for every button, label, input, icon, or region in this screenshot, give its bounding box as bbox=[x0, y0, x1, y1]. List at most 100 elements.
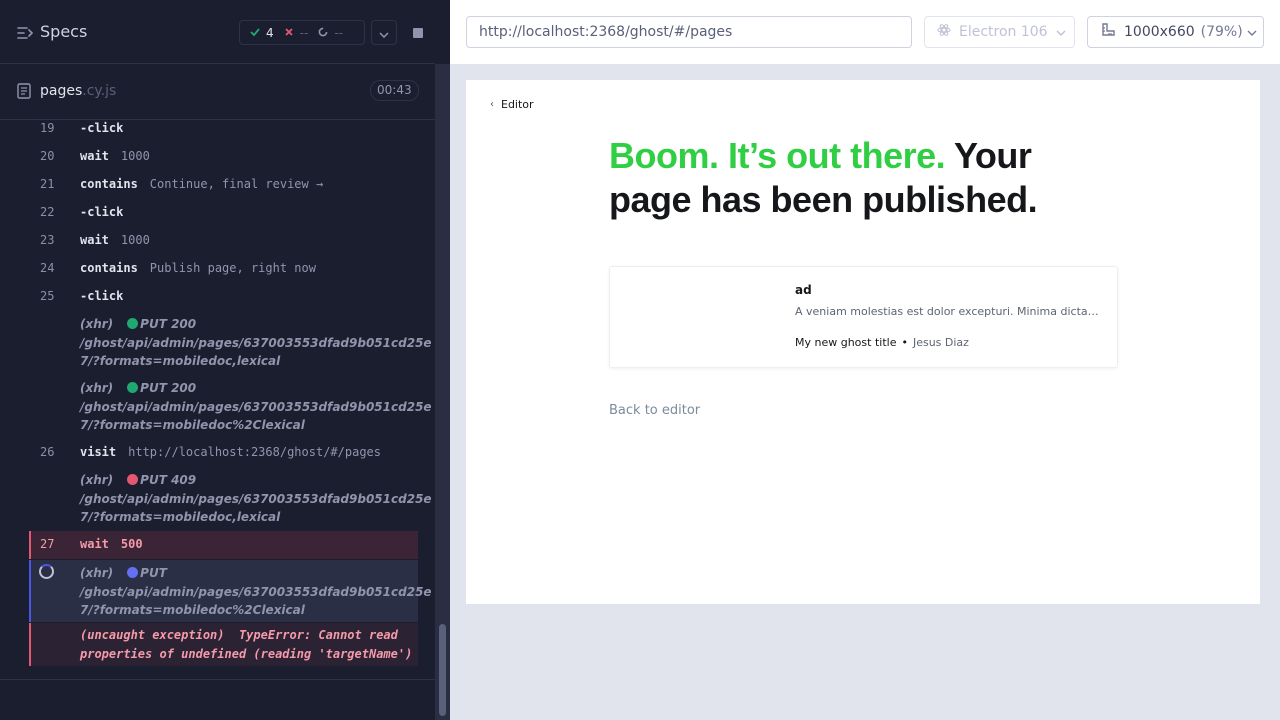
error-message: (uncaught exception) TypeError: Cannot r… bbox=[80, 626, 412, 663]
url-bar[interactable]: http://localhost:2368/ghost/#/pages bbox=[466, 16, 912, 48]
error-line: (uncaught exception) TypeError: Cannot r… bbox=[80, 628, 398, 642]
run-duration: 00:43 bbox=[370, 80, 419, 101]
xhr-url-line: 7/?formats=mobiledoc%2Clexical bbox=[80, 418, 305, 432]
xhr-status: PUT 409 bbox=[140, 473, 197, 487]
chevron-left-icon: ‹ bbox=[490, 99, 494, 110]
loading-spinner-icon bbox=[39, 564, 54, 579]
command-number: 24 bbox=[40, 261, 55, 275]
xhr-log-entry[interactable]: (xhr) PUT 409 /ghost/api/admin/pages/6370… bbox=[80, 471, 432, 527]
command-name: wait bbox=[80, 149, 109, 163]
electron-icon bbox=[937, 23, 951, 41]
command-line: visit http://localhost:2368/ghost/#/pages bbox=[80, 445, 381, 459]
command-message: Continue, final review → bbox=[149, 177, 324, 191]
test-stats: 4 -- -- bbox=[239, 20, 365, 45]
command-row[interactable]: 21 contains Continue, final review → bbox=[0, 177, 418, 193]
breadcrumb-label: Editor bbox=[501, 98, 534, 111]
passed-count: 4 bbox=[266, 25, 274, 40]
bookmark-meta: My new ghost title • Jesus Diaz bbox=[795, 336, 969, 349]
command-row[interactable]: 22 -click bbox=[0, 205, 418, 221]
app-under-test-panel: http://localhost:2368/ghost/#/pages Elec… bbox=[450, 0, 1280, 720]
browser-name: Electron 106 bbox=[959, 24, 1048, 40]
spec-file-header: pages.cy.js 00:43 bbox=[0, 64, 435, 120]
browser-selector: Electron 106 bbox=[924, 16, 1075, 48]
specs-menu-icon[interactable] bbox=[17, 25, 34, 44]
xhr-url-line: /ghost/api/admin/pages/637003553dfad9b05… bbox=[80, 584, 432, 599]
x-icon bbox=[284, 26, 294, 40]
stop-button[interactable] bbox=[401, 20, 434, 45]
viewport-size: 1000x660 bbox=[1124, 24, 1195, 40]
command-number: 22 bbox=[40, 205, 55, 219]
spec-file-name[interactable]: pages.cy.js bbox=[40, 83, 116, 99]
command-line: contains Continue, final review → bbox=[80, 177, 323, 191]
command-number: 20 bbox=[40, 149, 55, 163]
check-icon bbox=[250, 26, 260, 40]
command-number: 23 bbox=[40, 233, 55, 247]
error-line: properties of undefined (reading 'target… bbox=[80, 646, 413, 661]
command-row[interactable]: 19 -click bbox=[0, 121, 418, 137]
status-dot-error bbox=[127, 474, 139, 485]
aut-toolbar: http://localhost:2368/ghost/#/pages Elec… bbox=[450, 0, 1280, 64]
xhr-log-entry[interactable]: (xhr) PUT 200 /ghost/api/admin/pages/6370… bbox=[80, 379, 432, 435]
pending-spinner-icon bbox=[318, 26, 328, 40]
command-line: wait 1000 bbox=[80, 233, 150, 247]
viewport-selector[interactable]: 1000x660 (79%) bbox=[1087, 16, 1264, 48]
command-name: -click bbox=[80, 289, 124, 303]
command-name: visit bbox=[80, 445, 117, 459]
command-name: wait bbox=[80, 233, 109, 247]
back-to-editor-breadcrumb[interactable]: ‹ Editor bbox=[490, 98, 534, 111]
bookmark-separator: • bbox=[901, 336, 908, 349]
back-to-editor-link[interactable]: Back to editor bbox=[609, 403, 700, 418]
pending-count: -- bbox=[334, 25, 343, 40]
command-row[interactable]: 26 visit http://localhost:2368/ghost/#/pa… bbox=[0, 445, 418, 461]
command-message: 1000 bbox=[120, 149, 150, 163]
command-row[interactable]: 20 wait 1000 bbox=[0, 149, 418, 165]
failed-stat: -- bbox=[284, 25, 309, 40]
publish-headline: Boom. It’s out there. Your page has been… bbox=[609, 134, 1089, 222]
xhr-log-entry[interactable]: (xhr) PUT /ghost/api/admin/pages/63700355… bbox=[80, 564, 432, 620]
pending-stat: -- bbox=[318, 26, 343, 40]
status-dot-success bbox=[127, 318, 139, 329]
reporter-scrollbar-thumb[interactable] bbox=[439, 624, 446, 716]
document-icon bbox=[17, 83, 31, 103]
bookmark-card[interactable]: ad A veniam molestias est dolor exceptur… bbox=[609, 266, 1118, 368]
command-name: contains bbox=[80, 177, 138, 191]
command-row[interactable]: 23 wait 1000 bbox=[0, 233, 418, 249]
command-line: wait 500 bbox=[80, 537, 143, 551]
xhr-url-line: /ghost/api/admin/pages/637003553dfad9b05… bbox=[80, 491, 432, 506]
command-number: 26 bbox=[40, 445, 55, 459]
xhr-url-line: 7/?formats=mobiledoc,lexical bbox=[80, 510, 281, 524]
command-number: 25 bbox=[40, 289, 55, 303]
viewport-scale: (79%) bbox=[1200, 24, 1243, 40]
chevron-down-icon bbox=[379, 23, 389, 42]
command-line: wait 1000 bbox=[80, 149, 150, 163]
passed-stat: 4 bbox=[250, 26, 274, 40]
ruler-icon bbox=[1100, 22, 1116, 42]
expand-toggle-button[interactable] bbox=[371, 20, 397, 45]
command-message: 500 bbox=[120, 537, 143, 551]
failed-count: -- bbox=[299, 25, 309, 40]
status-dot-success bbox=[127, 382, 139, 393]
specs-title[interactable]: Specs bbox=[40, 22, 87, 41]
command-name: wait bbox=[80, 537, 109, 551]
aut-iframe: ‹ Editor Boom. It’s out there. Your page… bbox=[466, 80, 1260, 604]
command-message: Publish page, right now bbox=[149, 261, 316, 275]
headline-accent: Boom. It’s out there. bbox=[609, 135, 946, 176]
reporter-footer-divider bbox=[0, 679, 435, 680]
command-message: 1000 bbox=[120, 233, 150, 247]
command-row[interactable]: 24 contains Publish page, right now bbox=[0, 261, 418, 277]
xhr-url-line: 7/?formats=mobiledoc%2Clexical bbox=[80, 603, 305, 617]
xhr-label: (xhr) bbox=[80, 317, 114, 331]
command-number: 27 bbox=[40, 537, 55, 551]
reporter-panel: Specs 4 -- -- pages.cy.js 00:43 19 -clic… bbox=[0, 0, 450, 720]
reporter-scrollbar[interactable] bbox=[435, 64, 450, 720]
command-row-failed[interactable]: 27 wait 500 bbox=[0, 537, 418, 553]
bookmark-description: A veniam molestias est dolor excepturi. … bbox=[795, 305, 1101, 318]
status-dot-pending bbox=[127, 567, 139, 578]
command-row[interactable]: 25 -click bbox=[0, 289, 418, 305]
command-name: -click bbox=[80, 205, 124, 219]
bookmark-title: ad bbox=[795, 283, 812, 297]
xhr-url-line: /ghost/api/admin/pages/637003553dfad9b05… bbox=[80, 399, 432, 414]
stop-icon bbox=[412, 27, 423, 38]
command-log: 19 -click 20 wait 1000 21 contains Continu… bbox=[0, 120, 435, 680]
xhr-log-entry[interactable]: (xhr) PUT 200 /ghost/api/admin/pages/6370… bbox=[80, 315, 432, 371]
